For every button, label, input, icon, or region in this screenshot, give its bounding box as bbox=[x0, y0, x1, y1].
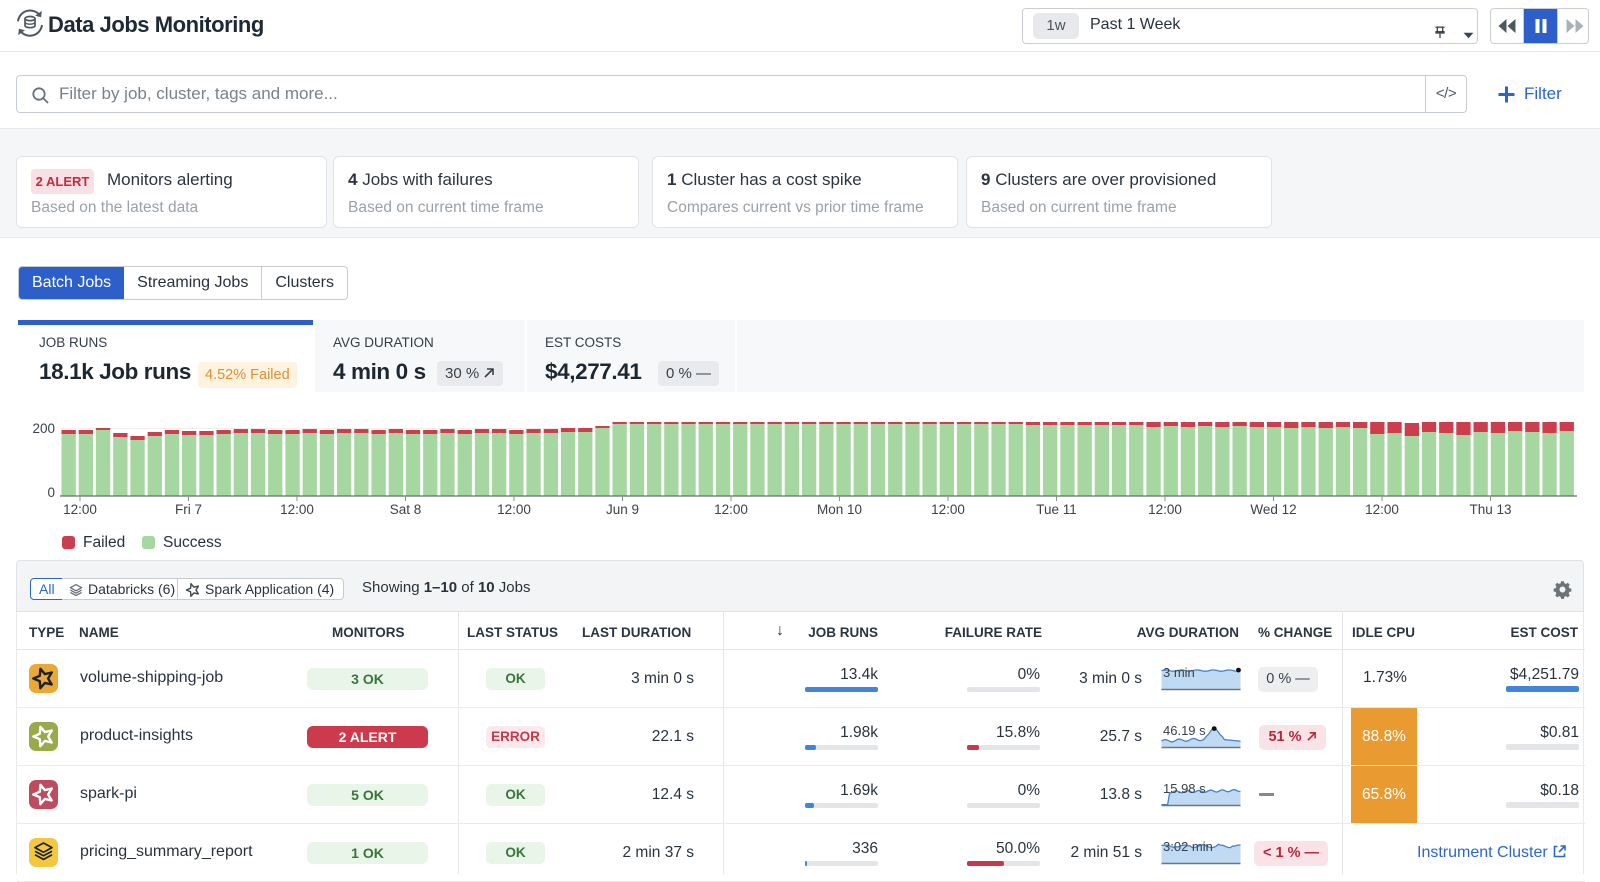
svg-text:Tue 11: Tue 11 bbox=[1036, 502, 1077, 517]
svg-text:12:00: 12:00 bbox=[63, 502, 97, 517]
svg-text:12:00: 12:00 bbox=[1365, 502, 1399, 517]
svg-text:Wed 12: Wed 12 bbox=[1250, 502, 1296, 517]
svg-text:Fri 7: Fri 7 bbox=[175, 502, 202, 517]
svg-text:Mon 10: Mon 10 bbox=[817, 502, 862, 517]
svg-text:Thu 13: Thu 13 bbox=[1469, 502, 1511, 517]
svg-text:12:00: 12:00 bbox=[497, 502, 531, 517]
svg-text:12:00: 12:00 bbox=[1148, 502, 1182, 517]
svg-text:Jun 9: Jun 9 bbox=[606, 502, 639, 517]
svg-text:12:00: 12:00 bbox=[714, 502, 748, 517]
svg-text:Sat 8: Sat 8 bbox=[390, 502, 422, 517]
svg-text:0: 0 bbox=[47, 485, 55, 500]
svg-text:200: 200 bbox=[32, 421, 55, 436]
svg-text:12:00: 12:00 bbox=[280, 502, 314, 517]
svg-text:12:00: 12:00 bbox=[931, 502, 965, 517]
